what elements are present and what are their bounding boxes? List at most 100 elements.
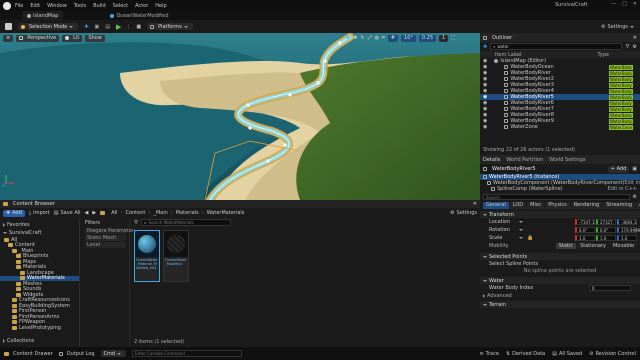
outliner-search-input[interactable]: ⌕ water bbox=[490, 43, 623, 50]
edit-in-cpp-link[interactable]: Edit in C++ bbox=[608, 186, 637, 192]
content-settings-button[interactable]: ⚙ Settings bbox=[450, 210, 477, 216]
rotation-x-input[interactable]: 0.0° bbox=[575, 227, 595, 233]
menu-build[interactable]: Build bbox=[93, 3, 106, 9]
menu-tools[interactable]: Tools bbox=[74, 3, 86, 9]
location-x-input[interactable]: -7347.1 bbox=[575, 219, 595, 225]
save-icon[interactable] bbox=[5, 23, 12, 30]
asset-search-input[interactable]: ⌕ Search WaterMaterials bbox=[141, 219, 232, 226]
filter-icon[interactable]: ⛛ bbox=[625, 44, 629, 50]
scale-x-input[interactable]: 1.0 bbox=[575, 235, 595, 241]
breadcrumb-item[interactable]: _Main bbox=[153, 210, 167, 216]
breadcrumb-item[interactable]: Materials bbox=[176, 210, 199, 216]
actor-name[interactable]: WaterBodyRiver5 bbox=[492, 166, 536, 172]
create-icon[interactable]: ✚ bbox=[84, 24, 88, 30]
settings-button[interactable]: ⚙ Settings bbox=[601, 24, 636, 30]
column-type[interactable]: Type bbox=[598, 52, 609, 58]
filter-tab-all[interactable]: All bbox=[636, 201, 640, 209]
output-log-button[interactable]: Output Log bbox=[58, 351, 95, 357]
rotation-z-input[interactable]: 179.9999° bbox=[617, 227, 640, 233]
revision-control-button[interactable]: ⊘ Revision Control bbox=[589, 351, 636, 357]
filter-tab-rendering[interactable]: Rendering bbox=[570, 201, 603, 209]
location-z-input[interactable]: -3664.1 bbox=[617, 219, 637, 225]
section-terrain[interactable]: Terrain bbox=[480, 301, 640, 308]
filter-tab-streaming[interactable]: Streaming bbox=[603, 201, 636, 209]
play-icon[interactable]: ▶ bbox=[116, 23, 121, 31]
camera-speed-value[interactable]: 1 bbox=[439, 34, 449, 42]
outliner-row[interactable]: ◉ WaterZone WaterZone bbox=[480, 124, 640, 130]
filter-tab-lod[interactable]: LOD bbox=[509, 201, 527, 209]
menu-file[interactable]: File bbox=[15, 3, 23, 9]
selection-mode-button[interactable]: Selection Mode bbox=[18, 23, 79, 30]
scale-icon[interactable]: ⤢ bbox=[368, 35, 372, 41]
filter-tab-physics[interactable]: Physics bbox=[545, 201, 570, 209]
tab-ocean-water[interactable]: OceanWaterModified bbox=[105, 11, 173, 20]
filter-item[interactable]: Niagara Parameter bbox=[85, 228, 134, 234]
filter-item[interactable]: Static Mesh bbox=[85, 235, 126, 241]
angle-snap-value[interactable]: 10° bbox=[401, 34, 416, 42]
platforms-button[interactable]: Platforms bbox=[147, 23, 193, 30]
surface-snap-icon[interactable]: ⌗ bbox=[382, 35, 385, 41]
breadcrumb-item[interactable]: WaterMaterials bbox=[207, 210, 245, 216]
add-actor-icon[interactable]: ✚ bbox=[483, 44, 487, 50]
component-row[interactable]: SplineComp (WaterSpline) Edit in C++ bbox=[480, 186, 640, 192]
filter-tab-general[interactable]: General bbox=[483, 201, 509, 209]
rotate-icon[interactable]: ↻ bbox=[360, 35, 364, 41]
lit-button[interactable]: Lit bbox=[62, 34, 83, 42]
scale-z-input[interactable]: 1.0 bbox=[617, 235, 637, 241]
maximize-viewport-icon[interactable]: ⛶ bbox=[451, 35, 455, 41]
outliner-settings-icon[interactable]: ⚙ bbox=[633, 44, 637, 50]
collections-section[interactable]: Collections bbox=[0, 337, 37, 345]
menu-help[interactable]: Help bbox=[155, 3, 166, 9]
filter-item[interactable]: Level bbox=[85, 242, 126, 248]
cinematics-icon[interactable]: ▤ bbox=[105, 24, 110, 30]
translate-icon[interactable]: ✥ bbox=[353, 35, 357, 41]
section-selected-points[interactable]: Selected Points bbox=[480, 253, 640, 260]
menu-select[interactable]: Select bbox=[113, 3, 128, 9]
location-y-input[interactable]: 27327. bbox=[596, 219, 616, 225]
perspective-button[interactable]: Perspective bbox=[16, 34, 60, 42]
add-component-button[interactable]: + Add bbox=[607, 165, 630, 173]
breadcrumb-item[interactable]: Content bbox=[125, 210, 145, 216]
tab-details[interactable]: Details bbox=[483, 157, 500, 163]
column-item-label[interactable]: Item Label bbox=[495, 52, 521, 58]
scale-y-input[interactable]: 1.0 bbox=[596, 235, 616, 241]
play-options-icon[interactable]: ⋮ bbox=[126, 24, 131, 30]
all-saved-button[interactable]: ▤ All Saved bbox=[552, 351, 582, 357]
menu-window[interactable]: Window bbox=[47, 3, 67, 9]
select-mode-icon[interactable]: ➤ bbox=[346, 35, 350, 41]
back-icon[interactable]: ◀ bbox=[85, 210, 89, 216]
add-button[interactable]: ✚ Add bbox=[3, 209, 25, 217]
visibility-eye-icon[interactable]: ◉ bbox=[483, 124, 487, 130]
asset-tile[interactable]: OceanWater_Material_Modified_Inst bbox=[134, 230, 160, 282]
mobility-stationary[interactable]: Stationary bbox=[577, 243, 609, 249]
section-advanced[interactable]: Advanced bbox=[480, 292, 640, 299]
lock-icon[interactable]: 🔒 bbox=[527, 235, 533, 241]
favorites-section[interactable]: Favorites bbox=[0, 221, 79, 229]
content-drawer-button[interactable]: Content Drawer bbox=[4, 351, 53, 357]
derived-data-button[interactable]: ⇅ Derived Data bbox=[506, 351, 545, 357]
asset-tile[interactable]: OceanWater_Modified bbox=[163, 230, 189, 282]
close-icon[interactable]: ✕ bbox=[633, 1, 637, 7]
blueprint-icon[interactable]: ▣ bbox=[94, 24, 99, 30]
import-button[interactable]: ⤓ Import bbox=[29, 210, 50, 216]
section-water[interactable]: Water bbox=[480, 277, 640, 284]
world-space-icon[interactable]: ◍ bbox=[375, 35, 379, 41]
scale-snap-value[interactable]: 0.25 bbox=[418, 34, 437, 42]
details-search-input[interactable]: Search bbox=[483, 194, 630, 200]
viewport-menu-button[interactable]: ≡ bbox=[3, 34, 14, 42]
close-outliner-icon[interactable]: ✕ bbox=[633, 35, 637, 41]
level-viewport[interactable] bbox=[0, 33, 480, 200]
close-content-browser-icon[interactable]: ✕ bbox=[473, 201, 477, 207]
maximize-icon[interactable]: □ bbox=[622, 1, 627, 7]
mobility-static[interactable]: Static bbox=[555, 243, 577, 249]
folder-tree-item[interactable]: LevelPrototyping bbox=[0, 325, 79, 331]
water-index-input[interactable]: 0 bbox=[589, 285, 631, 291]
trace-button[interactable]: ≋ Trace bbox=[479, 351, 498, 357]
menu-edit[interactable]: Edit bbox=[30, 3, 40, 9]
details-settings-icon[interactable]: ⚙ bbox=[633, 194, 637, 200]
show-button[interactable]: Show bbox=[85, 34, 105, 42]
section-transform[interactable]: Transform bbox=[480, 211, 640, 218]
stop-icon[interactable]: ■ bbox=[136, 24, 141, 30]
tab-world-settings[interactable]: World Settings bbox=[549, 157, 585, 163]
rotation-y-input[interactable]: 0.0° bbox=[596, 227, 616, 233]
